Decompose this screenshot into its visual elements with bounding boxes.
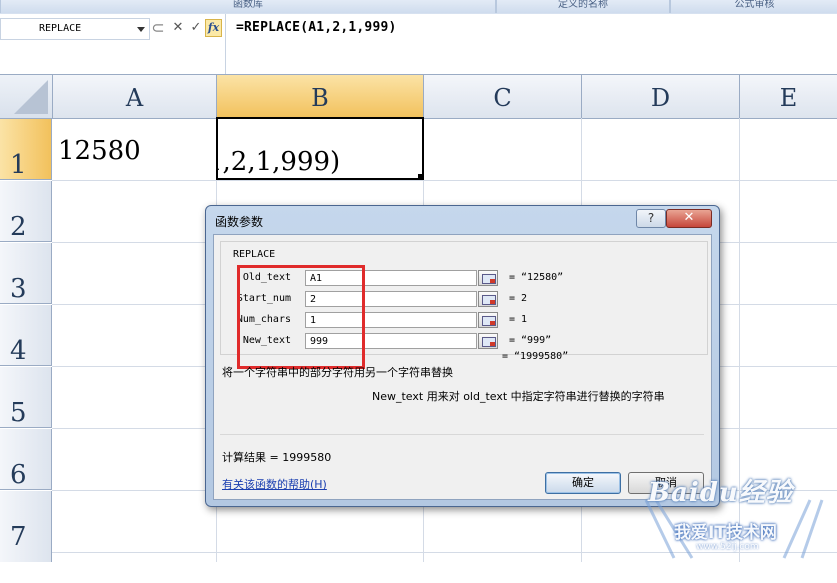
function-arguments-dialog: 函数参数 ? ✕ REPLACE Old_text A1 = “12580” S…	[205, 205, 720, 507]
dialog-title: 函数参数	[215, 215, 264, 229]
formula-buttons: ⊂ ✕ ✓ fx	[150, 18, 224, 38]
column-header-d[interactable]: D	[582, 75, 740, 119]
param-result-start-num: = 2	[509, 293, 528, 304]
row-header-3[interactable]: 3	[0, 243, 52, 304]
select-all-icon	[14, 80, 48, 114]
row-header-5[interactable]: 5	[0, 367, 52, 428]
column-header-e[interactable]: E	[740, 75, 837, 119]
collapse-dialog-button[interactable]	[478, 291, 498, 307]
name-box[interactable]: REPLACE	[0, 18, 150, 40]
function-name: REPLACE	[233, 249, 276, 260]
collapse-dialog-button[interactable]	[478, 312, 498, 328]
ribbon-group-function-library[interactable]: 函数库	[0, 0, 496, 13]
collapse-dialog-button[interactable]	[478, 270, 498, 286]
cell-b1[interactable]: 1,2,1,999)	[216, 117, 424, 180]
chevron-down-icon[interactable]	[137, 27, 145, 32]
column-header-b[interactable]: B	[217, 75, 424, 119]
divider	[220, 434, 704, 435]
cancel-icon[interactable]: ✕	[170, 19, 186, 37]
range-select-icon	[482, 295, 496, 305]
row-header-1[interactable]: 1	[0, 119, 52, 180]
function-description: 将一个字符串中的部分字符用另一个字符串替换	[222, 366, 453, 379]
insert-function-icon[interactable]: fx	[205, 19, 222, 37]
column-header-c[interactable]: C	[424, 75, 582, 119]
formula-bar: REPLACE ⊂ ✕ ✓ fx =REPLACE(A1,2,1,999)	[0, 14, 837, 75]
param-description: New_text 用来对 old_text 中指定字符串进行替换的字符串	[372, 390, 665, 403]
select-all-corner[interactable]	[0, 75, 53, 119]
range-select-icon	[482, 337, 496, 347]
ribbon-group-defined-names[interactable]: 定义的名称	[496, 0, 670, 13]
cell-b1-value: 1,2,1,999)	[216, 147, 341, 177]
row-header-6[interactable]: 6	[0, 429, 52, 490]
formula-divider	[225, 14, 226, 74]
fill-handle[interactable]	[418, 174, 422, 178]
ribbon-strip: 函数库 定义的名称 公式审核	[0, 0, 837, 15]
gridline	[52, 180, 837, 181]
gridline	[739, 118, 740, 562]
close-button[interactable]: ✕	[666, 209, 712, 228]
dialog-body: REPLACE Old_text A1 = “12580” Start_num …	[213, 234, 712, 500]
formula-total-result: = “1999580”	[502, 351, 569, 362]
collapse-dialog-button[interactable]	[478, 333, 498, 349]
cancel-button[interactable]: 取消	[628, 472, 704, 494]
range-select-icon	[482, 316, 496, 326]
param-result-old-text: = “12580”	[509, 272, 564, 283]
expand-handle-icon[interactable]: ⊂	[150, 19, 166, 37]
range-select-icon	[482, 274, 496, 284]
row-header-4[interactable]: 4	[0, 305, 52, 366]
calc-result: 计算结果 = 1999580	[222, 451, 332, 464]
ok-button[interactable]: 确定	[545, 472, 621, 494]
cell-a1[interactable]: 12580	[58, 136, 141, 166]
name-box-value: REPLACE	[39, 23, 82, 34]
row-header-7[interactable]: 7	[0, 491, 52, 562]
enter-icon[interactable]: ✓	[188, 19, 204, 37]
gridline	[52, 552, 837, 553]
ribbon-group-formula-auditing[interactable]: 公式审核	[670, 0, 837, 13]
column-header-a[interactable]: A	[53, 75, 217, 119]
help-button[interactable]: ?	[636, 209, 666, 228]
arguments-group: REPLACE Old_text A1 = “12580” Start_num …	[220, 241, 708, 369]
watermark-line2: 我爱IT技术网	[674, 523, 777, 543]
watermark-line3: www.52ij.com	[696, 542, 759, 552]
formula-input[interactable]: =REPLACE(A1,2,1,999)	[236, 20, 397, 35]
row-header-2[interactable]: 2	[0, 181, 52, 242]
highlight-annotation	[237, 265, 365, 369]
help-link[interactable]: 有关该函数的帮助(H)	[222, 476, 327, 492]
param-result-new-text: = “999”	[509, 335, 552, 346]
param-result-num-chars: = 1	[509, 314, 528, 325]
